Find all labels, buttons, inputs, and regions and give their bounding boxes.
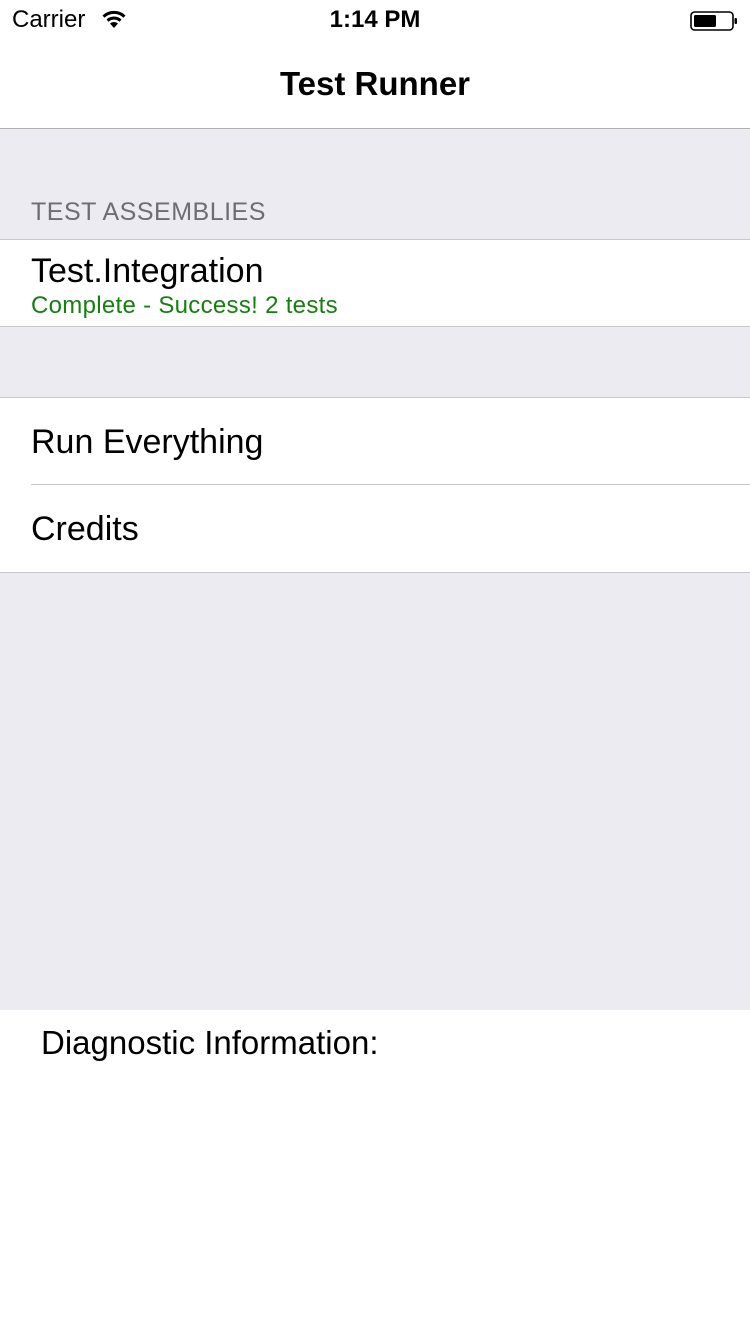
section-header-test-assemblies: TEST ASSEMBLIES (31, 198, 266, 226)
clock: 1:14 PM (329, 6, 421, 33)
run-everything-label: Run Everything (31, 423, 264, 461)
assembly-status: Complete - Success! 2 tests (31, 292, 338, 319)
navigation-bar: Test Runner (0, 40, 750, 129)
page-title: Test Runner (279, 65, 471, 102)
status-bar: Carrier 1:14 PM (0, 0, 750, 40)
run-everything-row[interactable]: Run Everything (0, 398, 750, 485)
credits-row[interactable]: Credits (0, 485, 750, 572)
actions-group: Run Everything Credits (0, 397, 750, 573)
settings-table: TEST ASSEMBLIES Test.Integration Complet… (0, 129, 750, 1010)
diagnostic-panel: Diagnostic Information: (0, 1010, 750, 1334)
assembly-name: Test.Integration (31, 252, 264, 290)
battery-icon (690, 11, 737, 31)
test-assemblies-group: Test.Integration Complete - Success! 2 t… (0, 239, 750, 327)
credits-label: Credits (31, 510, 139, 548)
assembly-row-test-integration[interactable]: Test.Integration Complete - Success! 2 t… (0, 240, 750, 326)
diagnostic-information-label: Diagnostic Information: (41, 1024, 379, 1061)
